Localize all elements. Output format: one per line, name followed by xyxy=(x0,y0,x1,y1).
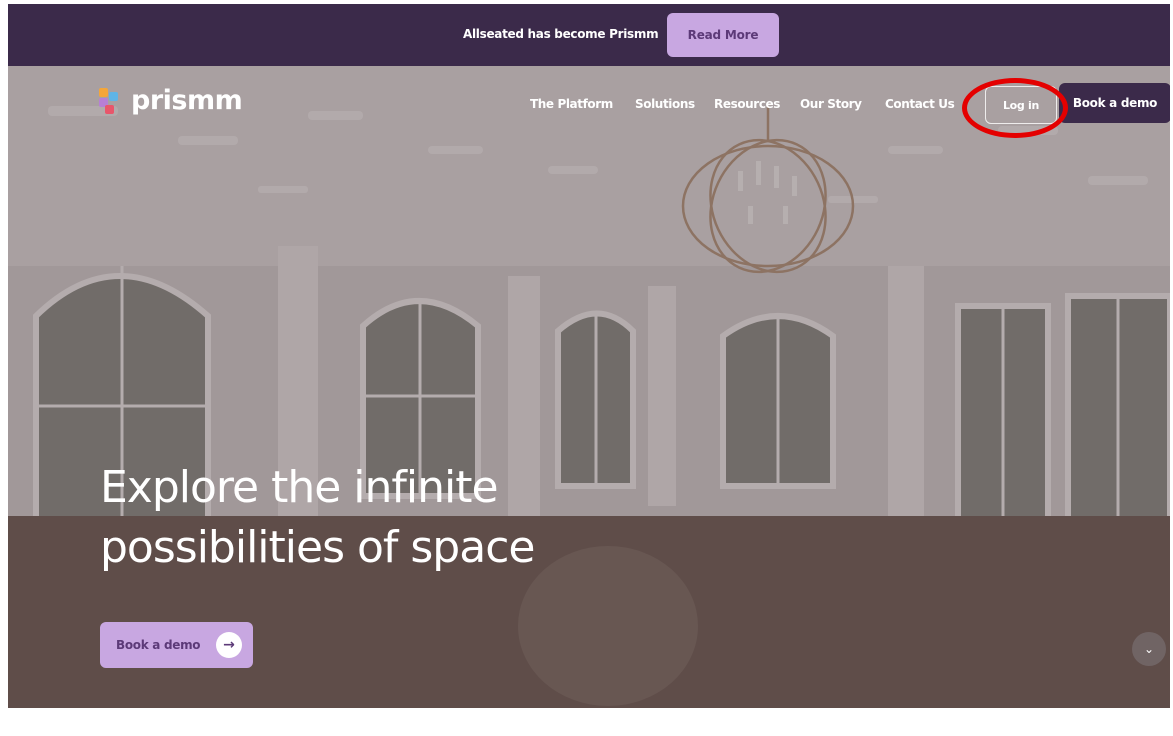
nav-item-our-story[interactable]: Our Story xyxy=(800,97,862,111)
hero-overlay xyxy=(8,66,1170,708)
headline-line-2: possibilities of space xyxy=(100,522,535,573)
prismm-logo[interactable]: prismm xyxy=(99,85,243,116)
nav-item-resources[interactable]: Resources xyxy=(714,97,780,111)
annotation-highlight-circle xyxy=(962,78,1068,138)
book-demo-nav-button[interactable]: Book a demo xyxy=(1059,83,1170,123)
hero-headline: Explore the infinite possibilities of sp… xyxy=(100,458,535,578)
book-demo-hero-button[interactable]: Book a demo → xyxy=(100,622,253,668)
headline-line-1: Explore the infinite xyxy=(100,462,499,513)
prismm-logo-mark-icon xyxy=(99,87,119,114)
announcement-bar: Allseated has become Prismm Read More xyxy=(8,4,1170,66)
brand-name: prismm xyxy=(131,85,243,116)
read-more-button[interactable]: Read More xyxy=(667,13,779,57)
nav-item-the-platform[interactable]: The Platform xyxy=(530,97,613,111)
browser-viewport: Allseated has become Prismm Read More pr… xyxy=(8,4,1170,732)
hero-section: prismm The Platform Solutions Resources … xyxy=(8,66,1170,708)
cta-label: Book a demo xyxy=(116,638,201,652)
arrow-right-icon: → xyxy=(216,632,242,658)
chevron-down-icon[interactable]: ⌄ xyxy=(1132,632,1166,666)
nav-item-solutions[interactable]: Solutions xyxy=(635,97,695,111)
nav-item-contact-us[interactable]: Contact Us xyxy=(885,97,955,111)
announcement-text: Allseated has become Prismm xyxy=(463,27,659,41)
